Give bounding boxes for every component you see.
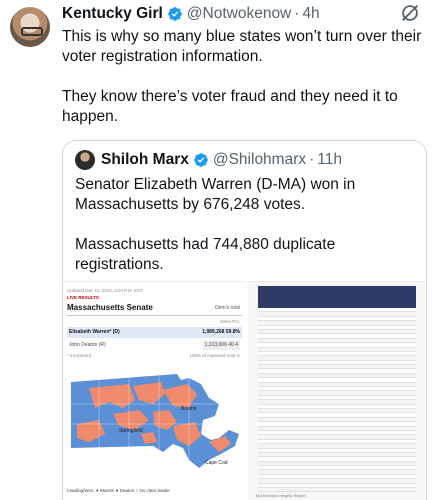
table-header — [258, 286, 416, 308]
grok-slash-icon[interactable] — [399, 2, 421, 24]
table-rows — [258, 308, 416, 493]
media-image-registration-table[interactable]: MA Election Integrity Report — [248, 281, 426, 500]
author-handle[interactable]: @Notwokenow — [187, 5, 291, 23]
candidate-name: John Deaton (R) — [69, 342, 106, 348]
tweet-paragraph-1: This is why so many blue states won’t tu… — [62, 28, 422, 65]
table-footer: MA Election Integrity Report — [256, 493, 306, 498]
incumbent-note: * Incumbent — [67, 353, 92, 358]
live-results-label: LIVE RESULTS — [67, 295, 99, 300]
quote-text: Senator Elizabeth Warren (D-MA) won in M… — [75, 175, 415, 275]
map-legend: Leading/Won: ● Warren ● Deaton ○ No clea… — [67, 488, 170, 493]
tweet-paragraph-2: They know there’s voter fraud and they n… — [62, 88, 398, 125]
quote-author-name: Shiloh Marx — [101, 151, 189, 168]
candidate-votes: 1,989,268 59.8% — [202, 329, 240, 335]
verified-badge-icon — [167, 7, 182, 21]
quote-time: 11h — [317, 151, 343, 168]
author-name[interactable]: Kentucky Girl — [62, 5, 163, 23]
quote-header: Shiloh Marx @Shilohmarx · 11h — [75, 149, 342, 171]
quote-author-avatar — [75, 150, 95, 170]
map-label-boston: Boston — [181, 406, 197, 412]
media-image-election-results[interactable]: Updated Dec 11, 2024, 3:04 P.M. EST LIVE… — [63, 281, 246, 500]
massachusetts-results-map: Boston Springfield Cape Cod — [71, 374, 239, 468]
separator-dot: · — [309, 151, 315, 168]
quote-paragraph-2: Massachusetts had 744,880 duplicate regi… — [75, 236, 336, 273]
quote-author-handle: @Shilohmarx — [212, 151, 307, 168]
candidate-name: Elizabeth Warren* (D) — [69, 329, 120, 335]
tweet-text: This is why so many blue states won’t tu… — [62, 27, 427, 127]
candidate-row-deaton: John Deaton (R) 1,313,006 40.4 — [67, 340, 242, 350]
reporting-note: 100% of expected vote in — [189, 353, 240, 358]
candidate-votes: 1,313,006 40.4 — [202, 340, 240, 350]
separator-dot: · — [294, 5, 300, 22]
tweet-time[interactable]: 4h — [302, 5, 319, 23]
results-title: Massachusetts Senate — [67, 303, 153, 312]
results-divider — [67, 315, 242, 316]
quote-paragraph-1: Senator Elizabeth Warren (D-MA) won in M… — [75, 176, 356, 213]
results-date: Updated Dec 11, 2024, 3:04 P.M. EST — [67, 288, 143, 293]
candidate-row-warren: Elizabeth Warren* (D) 1,989,268 59.8% — [67, 327, 242, 338]
map-label-capecod: Cape Cod — [205, 460, 228, 466]
results-filter: Dem's total — [215, 305, 240, 311]
verified-badge-icon — [194, 153, 208, 167]
registration-table — [258, 286, 416, 493]
author-avatar[interactable] — [10, 7, 50, 47]
tweet-header: Kentucky Girl @Notwokenow · 4h — [62, 3, 425, 25]
quote-media: Updated Dec 11, 2024, 3:04 P.M. EST LIVE… — [63, 281, 426, 500]
map-label-springfield: Springfield — [119, 428, 143, 434]
results-columns: Votes Pct. — [219, 319, 240, 324]
table-row — [258, 488, 416, 493]
quoted-tweet[interactable]: Shiloh Marx @Shilohmarx · 11h Senator El… — [62, 140, 427, 500]
